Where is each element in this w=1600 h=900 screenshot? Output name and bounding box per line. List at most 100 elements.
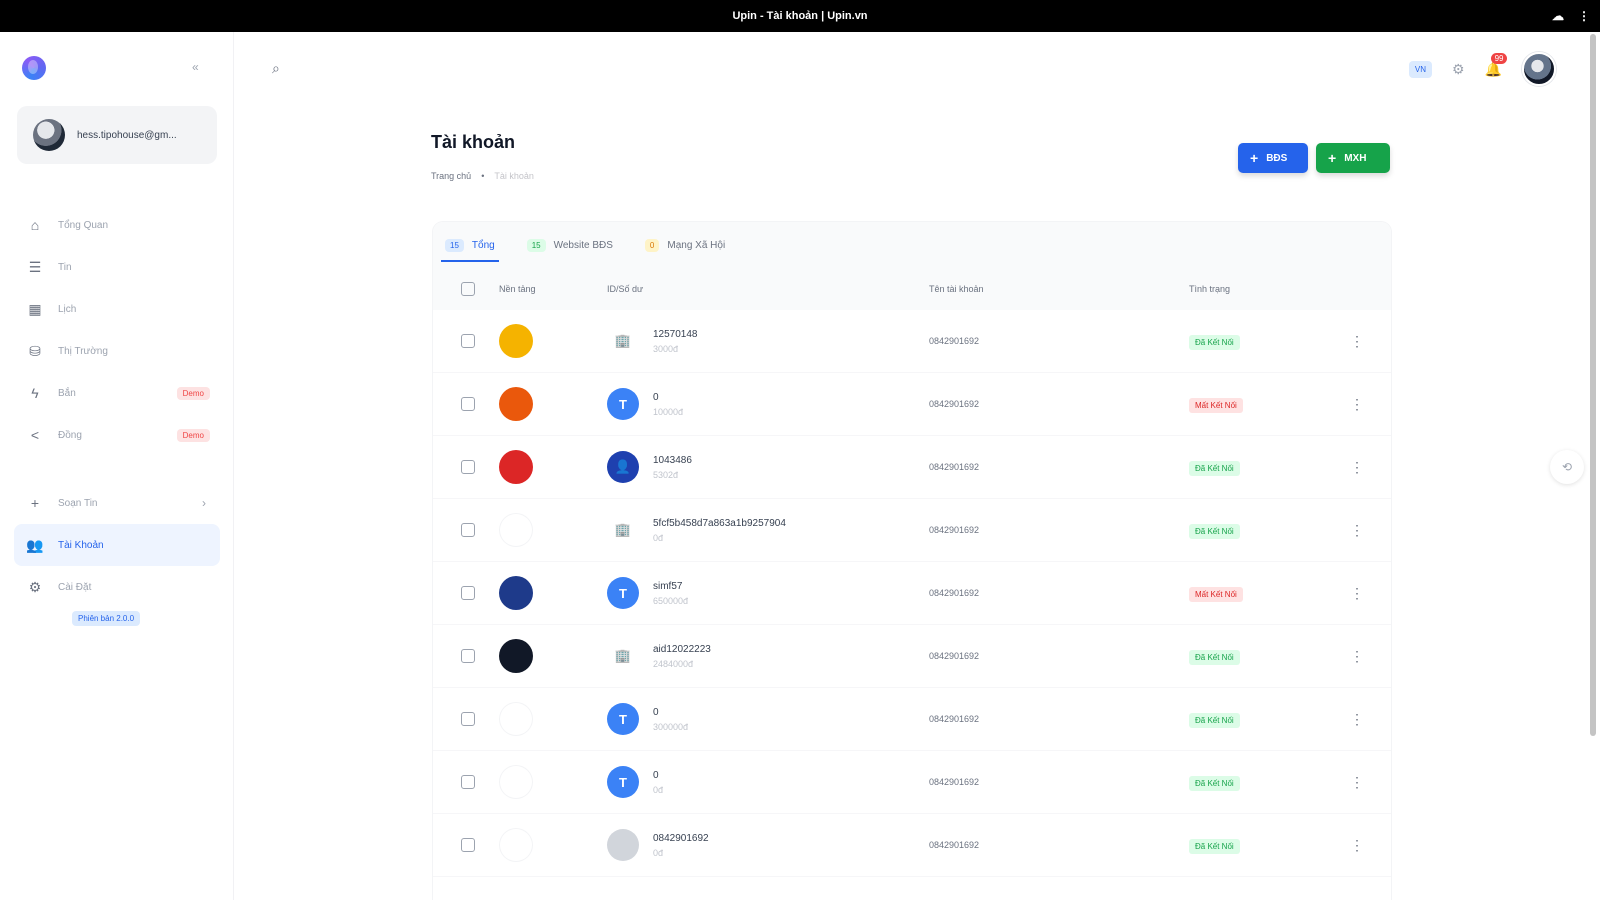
column-id-balance: ID/Số dư — [607, 284, 644, 294]
tab-social[interactable]: 0 Mạng Xã Hội — [644, 222, 725, 268]
account-id: 0 — [653, 769, 659, 781]
table-row[interactable]: 0842901692 0đ 0842901692 Đã Kết Nối ⋮ — [433, 814, 1391, 877]
more-options-icon[interactable]: ⋮ — [1337, 837, 1377, 854]
tab-all[interactable]: 15 Tổng — [441, 222, 499, 268]
account-balance: 0đ — [653, 784, 664, 795]
account-name: 0842901692 — [929, 462, 980, 472]
demo-badge: Demo — [176, 428, 210, 442]
sidebar-item-compose[interactable]: + Soạn Tin › — [14, 482, 220, 524]
platform-logo-icon — [499, 828, 533, 862]
menu-icon[interactable]: ⋮ — [1578, 9, 1590, 23]
account-avatar: T — [607, 388, 639, 420]
sidebar-item-market[interactable]: ⛁ Thị Trường — [14, 330, 220, 372]
users-icon: 👥 — [26, 536, 44, 553]
home-icon: ⌂ — [30, 217, 40, 233]
sidebar-item-overview[interactable]: ⌂ Tổng Quan — [14, 204, 220, 246]
add-bds-button[interactable]: + BĐS — [1238, 143, 1308, 173]
gear-icon: ⚙ — [28, 578, 42, 595]
table-row[interactable]: 🏢 aid12022223 2484000đ 0842901692 Đã Kết… — [433, 625, 1391, 688]
more-options-icon[interactable]: ⋮ — [1337, 711, 1377, 728]
tab-website-bds[interactable]: 15 Website BĐS — [526, 222, 613, 268]
sidebar-item-accounts[interactable]: 👥 Tài Khoản — [14, 524, 220, 566]
status-badge: Mất Kết Nối — [1189, 398, 1243, 413]
account-avatar: T — [607, 766, 639, 798]
accounts-card: 15 Tổng 15 Website BĐS 0 Mạng Xã Hội Nền… — [433, 222, 1391, 900]
notification-bell-icon[interactable]: 🔔 99 — [1485, 52, 1508, 78]
add-mxh-button[interactable]: + MXH — [1316, 143, 1390, 173]
page-scrollbar[interactable] — [1590, 34, 1596, 736]
sidebar-item-sync[interactable]: < Đồng Demo — [14, 414, 220, 456]
row-checkbox[interactable] — [461, 838, 475, 852]
more-options-icon[interactable]: ⋮ — [1337, 648, 1377, 665]
version-badge: Phiên bản 2.0.0 — [72, 611, 141, 626]
select-all-checkbox[interactable] — [461, 282, 475, 296]
sidebar-nav: ⌂ Tổng Quan ☰ Tin ▦ Lịch ⛁ Thị Trường ϟ … — [14, 204, 220, 626]
account-balance: 2484000đ — [653, 658, 694, 669]
status-badge: Đã Kết Nối — [1189, 335, 1240, 350]
table-row[interactable]: 🏢 12570148 3000đ 0842901692 Đã Kết Nối ⋮ — [433, 310, 1391, 373]
row-checkbox[interactable] — [461, 334, 475, 348]
sidebar-item-label: Cài Đặt — [58, 581, 92, 593]
table-row[interactable]: T 0 0đ 0842901692 Đã Kết Nối ⋮ — [433, 751, 1391, 814]
account-avatar: T — [607, 703, 639, 735]
account-id: 1043486 — [653, 454, 692, 466]
row-checkbox[interactable] — [461, 712, 475, 726]
user-email: hess.tipohouse@gm... — [77, 129, 177, 141]
sidebar: « hess.tipohouse@gm... ⌂ Tổng Quan ☰ Tin… — [0, 32, 234, 900]
more-options-icon[interactable]: ⋮ — [1337, 396, 1377, 413]
sidebar-item-shoot[interactable]: ϟ Bắn Demo — [14, 372, 220, 414]
status-badge: Đã Kết Nối — [1189, 461, 1240, 476]
sidebar-item-settings[interactable]: ⚙ Cài Đặt — [14, 566, 220, 608]
more-options-icon[interactable]: ⋮ — [1337, 585, 1377, 602]
sidebar-item-label: Lịch — [58, 303, 77, 315]
sidebar-item-calendar[interactable]: ▦ Lịch — [14, 288, 220, 330]
page-title: Tài khoản — [431, 132, 516, 152]
collapse-sidebar-icon[interactable]: « — [192, 60, 199, 74]
account-avatar: T — [607, 577, 639, 609]
more-options-icon[interactable]: ⋮ — [1337, 333, 1377, 350]
refresh-floating-button[interactable]: ⟲ — [1550, 450, 1584, 484]
search-icon[interactable]: ⌕ — [272, 60, 280, 77]
sidebar-item-posts[interactable]: ☰ Tin — [14, 246, 220, 288]
platform-logo-icon — [499, 639, 533, 673]
profile-avatar[interactable] — [1522, 52, 1556, 86]
breadcrumb-home[interactable]: Trang chủ — [431, 171, 471, 181]
row-checkbox[interactable] — [461, 586, 475, 600]
row-checkbox[interactable] — [461, 397, 475, 411]
account-name: 0842901692 — [929, 588, 980, 598]
list-icon: ☰ — [28, 258, 42, 275]
tab-label: Tổng — [471, 239, 495, 251]
settings-icon[interactable]: ⚙ — [1452, 61, 1465, 78]
table-row[interactable]: T 0 10000đ 0842901692 Mất Kết Nối ⋮ — [433, 373, 1391, 436]
status-badge: Đã Kết Nối — [1189, 524, 1240, 539]
more-options-icon[interactable]: ⋮ — [1337, 522, 1377, 539]
account-name: 0842901692 — [929, 399, 980, 409]
extension-icon[interactable]: ☁ — [1552, 9, 1564, 23]
sidebar-item-label: Tài Khoản — [58, 539, 104, 551]
user-card[interactable]: hess.tipohouse@gm... — [17, 106, 217, 164]
table-row[interactable]: 🏢 5fcf5b458d7a863a1b9257904 0đ 084290169… — [433, 499, 1391, 562]
account-balance: 10000đ — [653, 406, 684, 417]
language-flag[interactable]: VN — [1408, 60, 1432, 78]
platform-logo-icon — [499, 576, 533, 610]
row-checkbox[interactable] — [461, 649, 475, 663]
account-name: 0842901692 — [929, 840, 980, 850]
plus-icon: + — [1328, 150, 1337, 166]
table-row[interactable]: T simf57 650000đ 0842901692 Mất Kết Nối … — [433, 562, 1391, 625]
app-logo[interactable] — [22, 56, 46, 80]
account-name: 0842901692 — [929, 336, 980, 346]
table-row[interactable]: T 0 300000đ 0842901692 Đã Kết Nối ⋮ — [433, 688, 1391, 751]
avatar — [33, 119, 65, 151]
row-checkbox[interactable] — [461, 523, 475, 537]
window-title: Upin - Tài khoản | Upin.vn — [732, 10, 868, 22]
row-checkbox[interactable] — [461, 775, 475, 789]
status-badge: Đã Kết Nối — [1189, 713, 1240, 728]
platform-logo-icon — [499, 513, 533, 547]
account-balance: 300000đ — [653, 721, 689, 732]
more-options-icon[interactable]: ⋮ — [1337, 459, 1377, 476]
more-options-icon[interactable]: ⋮ — [1337, 774, 1377, 791]
table-row[interactable]: 👤 1043486 5302đ 0842901692 Đã Kết Nối ⋮ — [433, 436, 1391, 499]
platform-logo-icon — [499, 387, 533, 421]
row-checkbox[interactable] — [461, 460, 475, 474]
account-avatar: 👤 — [607, 451, 639, 483]
